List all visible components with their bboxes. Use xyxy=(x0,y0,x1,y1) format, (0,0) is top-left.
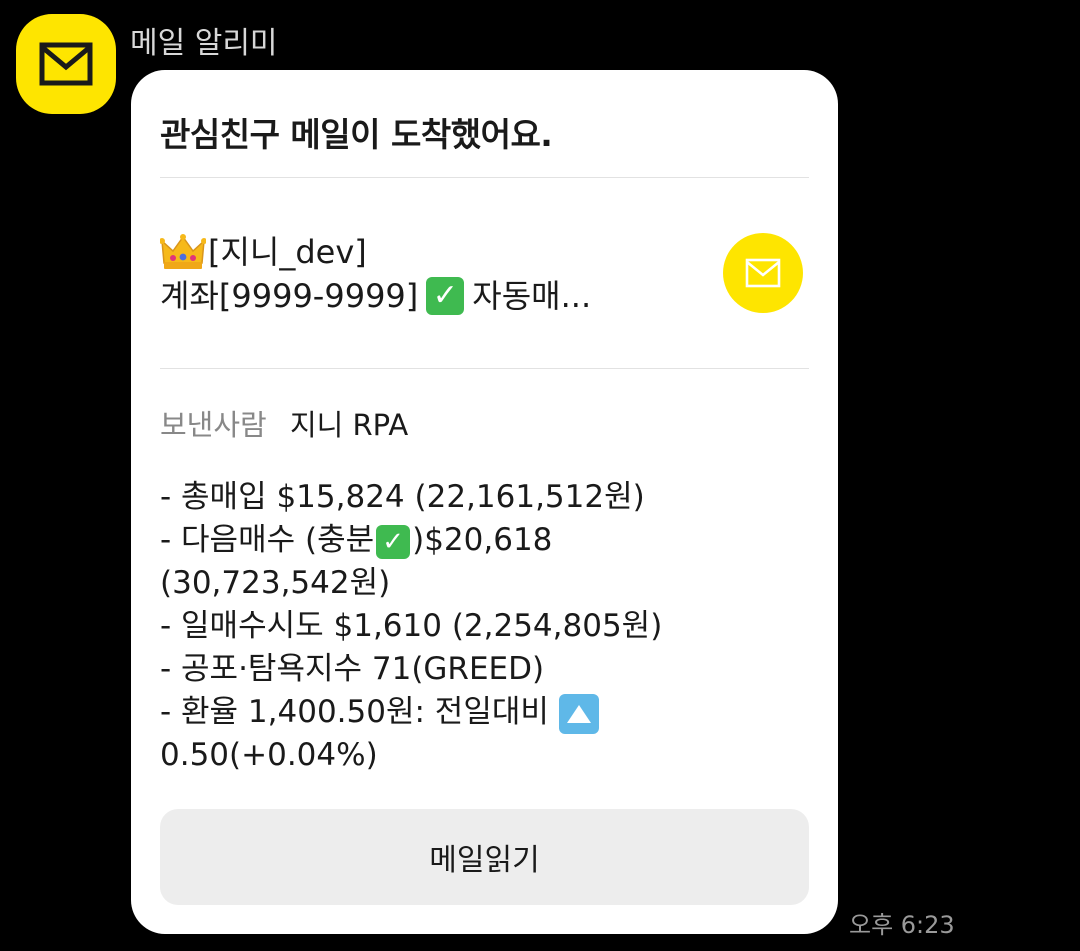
up-arrow-emoji xyxy=(558,693,599,734)
mail-subject[interactable]: [지니_dev] 계좌[9999-9999] ✓ 자동매... xyxy=(160,230,680,318)
body-line-exchange-change: 0.50(+0.04%) xyxy=(160,737,378,773)
chat-screen: 메일 알리미 관심친구 메일이 도착했어요. [지니_dev] 계좌[9999-… xyxy=(0,0,1080,951)
body-line-next-buy-prefix: - 다음매수 (충분 xyxy=(160,522,375,558)
read-mail-button[interactable]: 메일읽기 xyxy=(160,809,809,905)
open-mail-button[interactable] xyxy=(723,233,803,313)
subject-line-1-text: [지니_dev] xyxy=(208,233,367,271)
mail-notification-card[interactable]: 관심친구 메일이 도착했어요. [지니_dev] 계좌[9999-9999] ✓… xyxy=(131,70,838,934)
subject-line-2-prefix: 계좌[9999-9999] xyxy=(160,277,419,315)
mail-body-preview: - 총매입 $15,824 (22,161,512원) - 다음매수 (충분 ✓)… xyxy=(160,476,810,777)
body-line-next-buy-krw: (30,723,542원) xyxy=(160,565,391,601)
body-line-total-purchase: - 총매입 $15,824 (22,161,512원) xyxy=(160,479,645,515)
sender-row: 보낸사람 지니 RPA xyxy=(160,402,408,444)
body-line-exchange-rate-text: - 환율 1,400.50원: 전일대비 xyxy=(160,694,549,730)
body-line-daily-buy: - 일매수시도 $1,610 (2,254,805원) xyxy=(160,608,663,644)
envelope-icon xyxy=(39,42,93,86)
envelope-icon xyxy=(745,258,781,288)
sender-avatar[interactable] xyxy=(16,14,116,114)
body-line-next-buy: - 다음매수 (충분 ✓)$20,618 xyxy=(160,519,810,562)
sender-label: 보낸사람 xyxy=(160,408,267,442)
body-line-next-buy-suffix: )$20,618 xyxy=(412,522,553,558)
subject-divider xyxy=(160,368,809,369)
body-line-fear-greed: - 공포·탐욕지수 71(GREED) xyxy=(160,651,545,687)
body-line-exchange-rate: - 환율 1,400.50원: 전일대비 xyxy=(160,691,810,734)
subject-line-1: [지니_dev] xyxy=(160,230,680,274)
subject-line-2: 계좌[9999-9999] ✓ 자동매... xyxy=(160,274,680,318)
check-mark-emoji: ✓ xyxy=(426,277,465,315)
crown-emoji xyxy=(160,234,206,269)
message-timestamp: 오후 6:23 xyxy=(849,911,955,939)
sender-value: 지니 RPA xyxy=(289,408,409,442)
sender-name: 메일 알리미 xyxy=(130,26,278,61)
title-divider xyxy=(160,177,809,178)
check-mark-emoji: ✓ xyxy=(376,524,411,559)
card-title: 관심친구 메일이 도착했어요. xyxy=(160,115,553,154)
subject-line-2-suffix: 자동매... xyxy=(472,277,592,315)
